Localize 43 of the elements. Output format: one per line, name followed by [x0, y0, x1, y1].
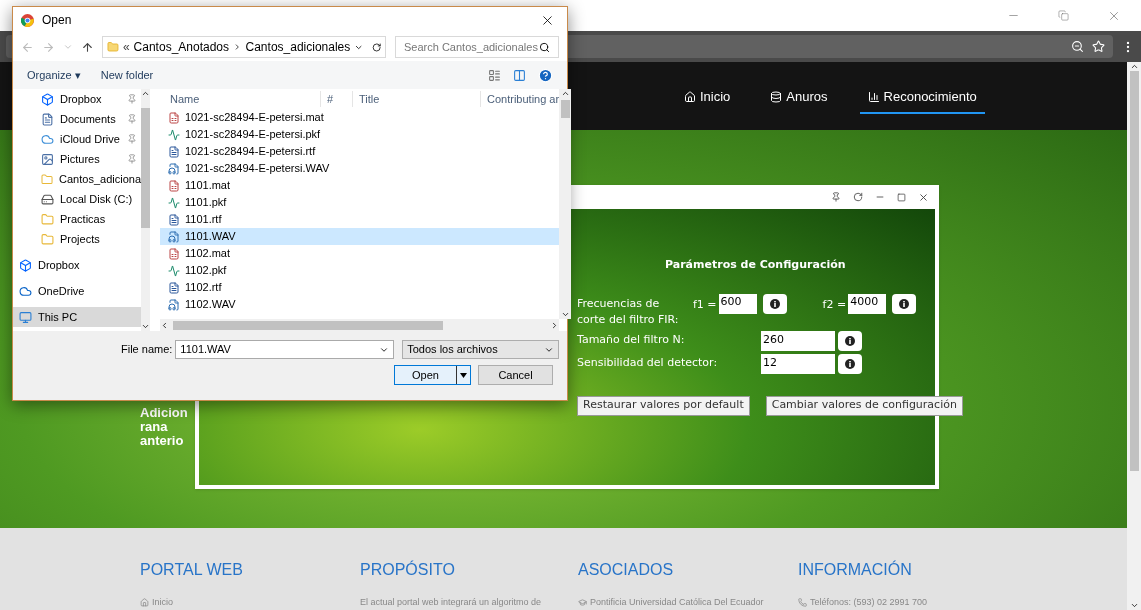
- footer-heading: PORTAL WEB: [140, 560, 244, 580]
- file-type-value: Todos los archivos: [407, 342, 499, 358]
- nav-label: Pictures: [60, 151, 100, 167]
- file-name: 1021-sc28494-E-petersi.WAV: [185, 161, 330, 177]
- nav-label: Documents: [60, 111, 116, 127]
- file-name-value: 1101.WAV: [180, 342, 232, 358]
- footer-heading: PROPÓSITO: [360, 559, 456, 580]
- footer-text: El actual portal web integrará un algoritmo de: [360, 596, 542, 609]
- file-name: 1101.pkf: [185, 195, 227, 211]
- footer-heading: ASOCIADOS: [578, 560, 675, 580]
- hero-text: Adicion: [140, 406, 188, 420]
- nav-label: Practicas: [60, 211, 106, 227]
- frequency-label: Frecuencias de corte del filtro FIR:: [577, 295, 680, 328]
- f2-label: f2 =: [822, 296, 847, 313]
- file-name: 1021-sc28494-E-petersi.pkf: [185, 127, 321, 143]
- footer-heading: INFORMACIÓN: [798, 559, 913, 580]
- hero-text: anterio: [140, 434, 185, 448]
- file-name: 1102.rtf: [185, 280, 222, 296]
- config-title: Parámetros de Configuración: [665, 257, 847, 273]
- setting-label: Sensibilidad del detector:: [577, 355, 719, 372]
- nav-label: This PC: [38, 309, 78, 325]
- f1-label: f1 =: [693, 296, 717, 313]
- file-name-label: File name:: [121, 342, 173, 358]
- nav-label: OneDrive: [38, 283, 85, 299]
- footer-text: Teléfonos: (593) 02 2991 700: [810, 596, 928, 609]
- file-name: 1102.WAV: [185, 297, 236, 313]
- nav-label: Local Disk (C:): [60, 191, 133, 207]
- footer-text: Pontificia Universidad Católica Del Ecuador: [590, 596, 764, 609]
- nav-label: Cantos_adiciona: [59, 171, 141, 187]
- nav-label: Dropbox: [60, 91, 102, 107]
- file-name: 1101.mat: [185, 178, 231, 194]
- hero-text: rana: [140, 420, 169, 434]
- file-name: 1021-sc28494-E-petersi.rtf: [185, 144, 316, 160]
- nav-label: iCloud Drive: [60, 131, 120, 147]
- file-name: 1102.pkf: [185, 263, 227, 279]
- file-name: 1101.rtf: [185, 212, 222, 228]
- dialog-title: Open: [42, 12, 73, 29]
- nav-label: Dropbox: [38, 257, 80, 273]
- file-name: 1021-sc28494-E-petersi.mat: [185, 110, 324, 126]
- setting-label: Tamaño del filtro N:: [577, 332, 686, 349]
- file-name: 1101.WAV: [185, 229, 236, 245]
- file-name: 1102.mat: [185, 246, 231, 262]
- nav-label: Projects: [60, 231, 100, 247]
